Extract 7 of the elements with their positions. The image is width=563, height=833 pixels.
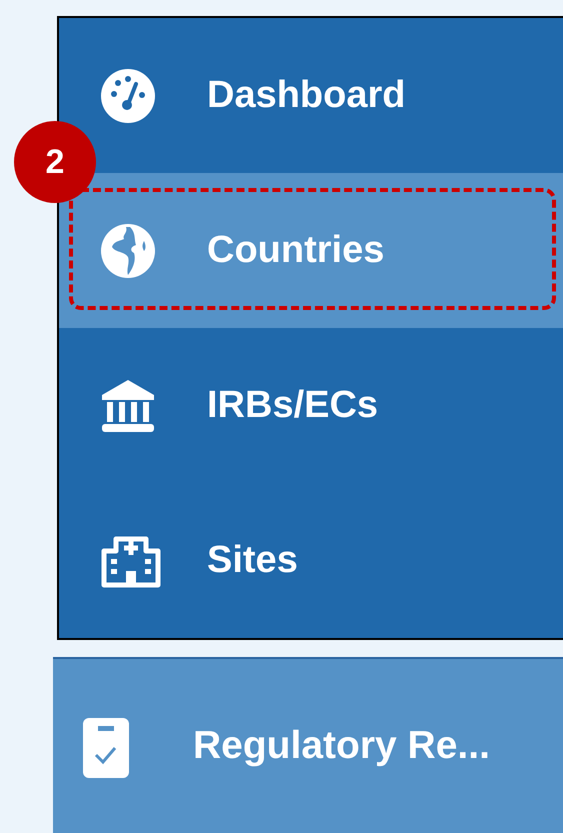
section-header[interactable]: Regulatory Re... [53, 657, 563, 833]
gauge-icon [100, 68, 156, 124]
step-badge: 2 [14, 121, 96, 203]
globe-icon [100, 222, 156, 278]
clipboard-check-icon [82, 717, 130, 779]
bank-icon [100, 378, 156, 434]
nav-item[interactable]: Countries [59, 173, 563, 328]
